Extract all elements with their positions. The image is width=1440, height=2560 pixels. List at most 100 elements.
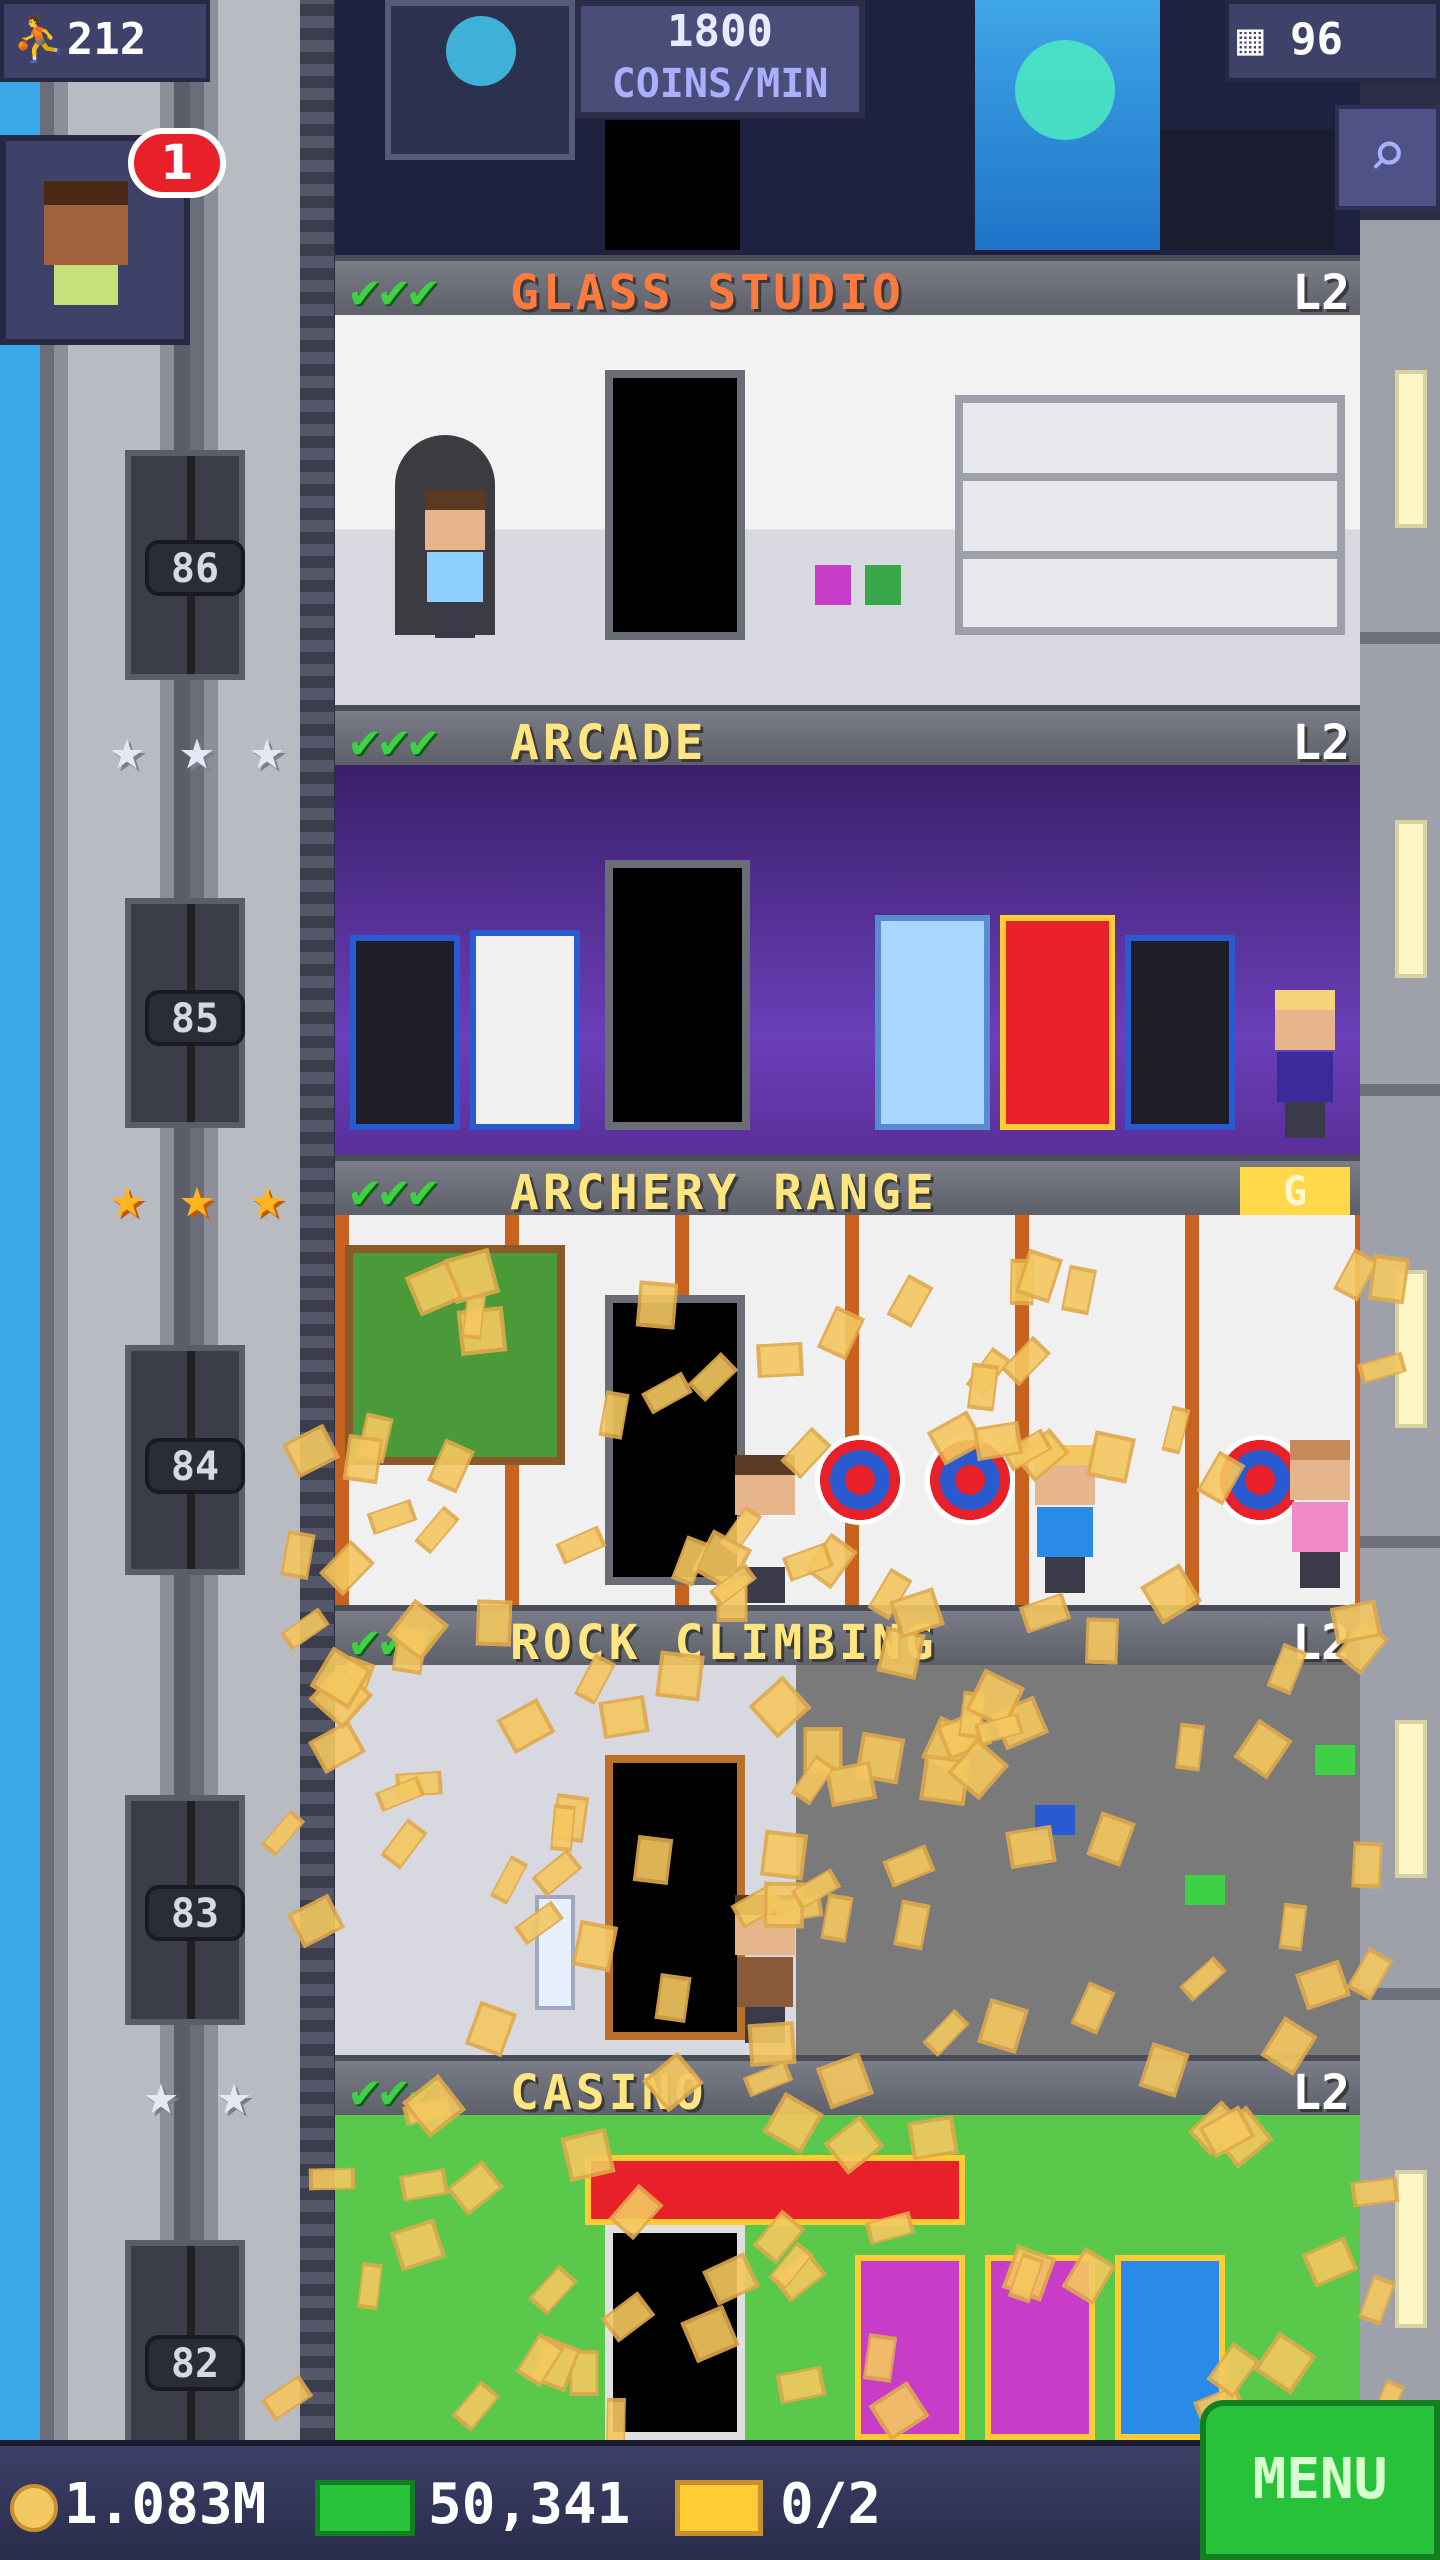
floor-casino[interactable]: ✔✔✔ CASINO L2 <box>335 2055 1360 2440</box>
star-icon: ★ <box>179 1163 215 1231</box>
menu-button[interactable]: MENU <box>1200 2400 1440 2560</box>
floor-interior <box>335 765 1360 1169</box>
star-icon: ★ <box>109 715 145 783</box>
bux-value[interactable]: 50,341 <box>428 2472 630 2537</box>
coins-value[interactable]: 1.083M <box>64 2472 266 2537</box>
arcade-cabinet <box>470 930 580 1130</box>
floor-door <box>605 860 750 1130</box>
check-icon: ✔✔✔ <box>347 2069 441 2118</box>
floor-interior <box>335 1215 1360 1619</box>
floor-name: GLASS STUDIO <box>510 265 905 321</box>
star-icon: ★ <box>249 1163 285 1231</box>
floor-number: 86 <box>145 540 245 596</box>
glass-shelf <box>955 395 1345 635</box>
floor-header: ✔✔✔ CASINO L2 <box>335 2055 1360 2121</box>
robot-monitor <box>385 0 575 160</box>
floor-archery-range[interactable]: ✔✔✔ ARCHERY RANGE G <box>335 1155 1360 1619</box>
star-icon: ★ <box>179 715 215 783</box>
bitizen[interactable] <box>725 1455 805 1605</box>
floor-header: ✔✔✔ GLASS STUDIO L2 <box>335 255 1360 321</box>
bitizen[interactable] <box>725 1895 805 2045</box>
floor-header: ✔✔✔ ROCK CLIMBING L2 <box>335 1605 1360 1671</box>
robot-head <box>446 16 516 86</box>
bitizen[interactable] <box>415 490 495 640</box>
window <box>1395 1720 1427 1878</box>
floor-header: ✔✔✔ ARCHERY RANGE G <box>335 1155 1360 1221</box>
coins-rate-value: 1800 <box>667 6 773 57</box>
search-icon: ⌕ <box>1368 118 1407 192</box>
floor-door <box>605 2225 745 2440</box>
glass-vase <box>815 565 851 605</box>
fortune-booth <box>1000 915 1115 1130</box>
bitizen[interactable] <box>1025 1445 1105 1595</box>
casino-sign <box>585 2155 965 2225</box>
floor-count-value: 96 <box>1290 14 1343 65</box>
archery-target <box>925 1435 1015 1525</box>
gold-level-badge: G <box>1240 1167 1350 1217</box>
person-icon: ⛹ <box>12 14 67 65</box>
floor-glass-studio[interactable]: ✔✔✔ GLASS STUDIO L2 <box>335 255 1360 719</box>
floor-counter[interactable]: ▦ 96 <box>1225 0 1440 82</box>
population-counter[interactable]: ⛹212 <box>0 0 210 82</box>
star-icon: ★ <box>143 2060 179 2128</box>
floor-number: 85 <box>145 990 245 1046</box>
ticket-icon <box>675 2480 763 2536</box>
floor-door <box>605 1755 745 2040</box>
hologram-display <box>975 0 1160 250</box>
slot-machine <box>855 2255 965 2440</box>
slot-machine <box>985 2255 1095 2440</box>
floor-number: 83 <box>145 1885 245 1941</box>
notification-badge[interactable]: 1 <box>128 128 226 198</box>
tickets-value[interactable]: 0/2 <box>780 2472 881 2537</box>
floor-level: L2 <box>1292 2065 1350 2121</box>
floor-interior <box>335 1665 1360 2069</box>
check-icon: ✔✔✔ <box>347 269 441 318</box>
bitizen[interactable] <box>1265 990 1345 1140</box>
top-floor-door <box>605 120 740 250</box>
coins-rate-panel[interactable]: 1800 COINS/MIN <box>575 0 865 118</box>
floor-rock-climbing[interactable]: ✔✔✔ ROCK CLIMBING L2 <box>335 1605 1360 2069</box>
avatar-body <box>54 265 118 305</box>
arcade-cabinet <box>1125 935 1235 1130</box>
hologram-orb <box>1015 40 1115 140</box>
floor-level: L2 <box>1292 715 1350 771</box>
floor-level: L2 <box>1292 1615 1350 1671</box>
window <box>1395 1270 1427 1428</box>
pedestal <box>1155 130 1335 250</box>
shaft-rail <box>300 0 334 2440</box>
bitizen[interactable] <box>1280 1440 1360 1590</box>
floor-name: ARCHERY RANGE <box>510 1165 938 1221</box>
floor-arcade[interactable]: ✔✔✔ ARCADE L2 <box>335 705 1360 1169</box>
floor-door <box>605 370 745 640</box>
bux-icon <box>315 2480 415 2536</box>
check-icon: ✔✔✔ <box>347 1619 441 1668</box>
arcade-cabinet <box>350 935 460 1130</box>
check-icon: ✔✔✔ <box>347 719 441 768</box>
floor-header: ✔✔✔ ARCADE L2 <box>335 705 1360 771</box>
climbing-hold <box>1035 1805 1075 1835</box>
star-icon: ★ <box>216 2060 252 2128</box>
floor-number: 84 <box>145 1438 245 1494</box>
star-icon: ★ <box>109 1163 145 1231</box>
claw-machine <box>875 915 990 1130</box>
building-icon: ▦ <box>1237 14 1264 65</box>
sky-background <box>0 0 40 2440</box>
climbing-hold <box>1315 1745 1355 1775</box>
archery-target <box>815 1435 905 1525</box>
search-button[interactable]: ⌕ <box>1335 105 1440 210</box>
floor-name: ROCK CLIMBING <box>510 1615 938 1671</box>
bow-rack <box>345 1245 565 1465</box>
floor-name: ARCADE <box>510 715 708 771</box>
window <box>1395 2170 1427 2328</box>
water-cooler <box>535 1895 575 2010</box>
glass-vase <box>865 565 901 605</box>
climbing-hold <box>1185 1875 1225 1905</box>
floor-door <box>605 1295 745 1585</box>
floor-number: 82 <box>145 2335 245 2391</box>
population-value: 212 <box>66 14 147 65</box>
floor-interior <box>335 315 1360 719</box>
floor-interior <box>335 2115 1360 2440</box>
check-icon: ✔✔✔ <box>347 1169 441 1218</box>
coins-rate-unit: COINS/MIN <box>611 61 829 107</box>
avatar-head <box>44 181 128 265</box>
